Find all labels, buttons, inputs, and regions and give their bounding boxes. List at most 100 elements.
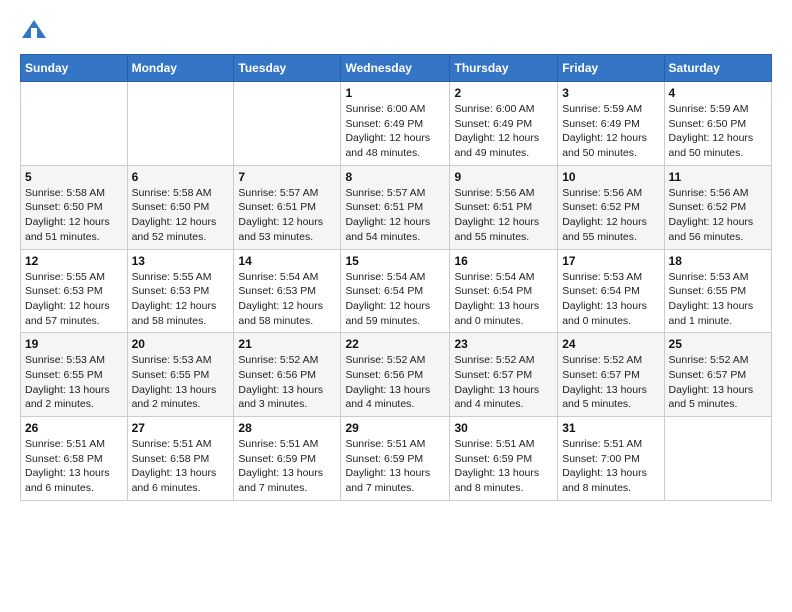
- day-number: 29: [345, 421, 445, 435]
- day-number: 27: [132, 421, 230, 435]
- day-number: 24: [562, 337, 659, 351]
- calendar-cell: 20Sunrise: 5:53 AM Sunset: 6:55 PM Dayli…: [127, 333, 234, 417]
- day-info: Sunrise: 5:53 AM Sunset: 6:55 PM Dayligh…: [132, 353, 230, 412]
- day-info: Sunrise: 5:59 AM Sunset: 6:49 PM Dayligh…: [562, 102, 659, 161]
- calendar-cell: 19Sunrise: 5:53 AM Sunset: 6:55 PM Dayli…: [21, 333, 128, 417]
- weekday-header: Wednesday: [341, 55, 450, 82]
- day-number: 9: [454, 170, 553, 184]
- calendar-cell: [127, 82, 234, 166]
- day-number: 30: [454, 421, 553, 435]
- day-number: 6: [132, 170, 230, 184]
- day-number: 13: [132, 254, 230, 268]
- day-info: Sunrise: 5:56 AM Sunset: 6:52 PM Dayligh…: [562, 186, 659, 245]
- day-info: Sunrise: 5:55 AM Sunset: 6:53 PM Dayligh…: [132, 270, 230, 329]
- logo: [20, 16, 52, 44]
- day-info: Sunrise: 5:58 AM Sunset: 6:50 PM Dayligh…: [25, 186, 123, 245]
- page: SundayMondayTuesdayWednesdayThursdayFrid…: [0, 0, 792, 517]
- day-info: Sunrise: 5:57 AM Sunset: 6:51 PM Dayligh…: [345, 186, 445, 245]
- calendar-cell: 5 Sunrise: 5:58 AM Sunset: 6:50 PM Daylig…: [21, 165, 128, 249]
- day-info: Sunrise: 5:53 AM Sunset: 6:55 PM Dayligh…: [669, 270, 767, 329]
- calendar-week-row: 12 Sunrise: 5:55 AM Sunset: 6:53 PM Dayli…: [21, 249, 772, 333]
- day-info: Sunrise: 5:53 AM Sunset: 6:54 PM Dayligh…: [562, 270, 659, 329]
- calendar-cell: 16Sunrise: 5:54 AM Sunset: 6:54 PM Dayli…: [450, 249, 558, 333]
- calendar-cell: [21, 82, 128, 166]
- calendar-cell: 21 Sunrise: 5:52 AM Sunset: 6:56 PM Dayli…: [234, 333, 341, 417]
- day-info: Sunrise: 5:51 AM Sunset: 6:59 PM Dayligh…: [238, 437, 336, 496]
- day-number: 11: [669, 170, 767, 184]
- calendar-cell: [234, 82, 341, 166]
- calendar-cell: 17 Sunrise: 5:53 AM Sunset: 6:54 PM Dayli…: [558, 249, 664, 333]
- day-number: 26: [25, 421, 123, 435]
- day-info: Sunrise: 6:00 AM Sunset: 6:49 PM Dayligh…: [345, 102, 445, 161]
- calendar-cell: 14 Sunrise: 5:54 AM Sunset: 6:53 PM Dayli…: [234, 249, 341, 333]
- calendar-cell: 13 Sunrise: 5:55 AM Sunset: 6:53 PM Dayli…: [127, 249, 234, 333]
- day-number: 14: [238, 254, 336, 268]
- calendar-cell: 23 Sunrise: 5:52 AM Sunset: 6:57 PM Dayli…: [450, 333, 558, 417]
- calendar-week-row: 26 Sunrise: 5:51 AM Sunset: 6:58 PM Dayli…: [21, 417, 772, 501]
- day-number: 12: [25, 254, 123, 268]
- calendar-cell: 3 Sunrise: 5:59 AM Sunset: 6:49 PM Daylig…: [558, 82, 664, 166]
- calendar-cell: 9 Sunrise: 5:56 AM Sunset: 6:51 PM Daylig…: [450, 165, 558, 249]
- day-number: 31: [562, 421, 659, 435]
- day-info: Sunrise: 5:59 AM Sunset: 6:50 PM Dayligh…: [669, 102, 767, 161]
- day-info: Sunrise: 5:52 AM Sunset: 6:56 PM Dayligh…: [345, 353, 445, 412]
- day-number: 22: [345, 337, 445, 351]
- day-info: Sunrise: 5:51 AM Sunset: 6:58 PM Dayligh…: [25, 437, 123, 496]
- day-info: Sunrise: 5:52 AM Sunset: 6:56 PM Dayligh…: [238, 353, 336, 412]
- day-number: 18: [669, 254, 767, 268]
- day-number: 16: [454, 254, 553, 268]
- weekday-header: Sunday: [21, 55, 128, 82]
- calendar-cell: 24 Sunrise: 5:52 AM Sunset: 6:57 PM Dayli…: [558, 333, 664, 417]
- calendar-cell: 28 Sunrise: 5:51 AM Sunset: 6:59 PM Dayli…: [234, 417, 341, 501]
- day-number: 3: [562, 86, 659, 100]
- calendar-cell: 29 Sunrise: 5:51 AM Sunset: 6:59 PM Dayli…: [341, 417, 450, 501]
- day-number: 19: [25, 337, 123, 351]
- day-number: 17: [562, 254, 659, 268]
- day-info: Sunrise: 5:56 AM Sunset: 6:51 PM Dayligh…: [454, 186, 553, 245]
- calendar-cell: 31 Sunrise: 5:51 AM Sunset: 7:00 PM Dayli…: [558, 417, 664, 501]
- day-info: Sunrise: 5:52 AM Sunset: 6:57 PM Dayligh…: [669, 353, 767, 412]
- day-number: 5: [25, 170, 123, 184]
- calendar-cell: 6Sunrise: 5:58 AM Sunset: 6:50 PM Daylig…: [127, 165, 234, 249]
- calendar-week-row: 1 Sunrise: 6:00 AM Sunset: 6:49 PM Daylig…: [21, 82, 772, 166]
- calendar-header-row: SundayMondayTuesdayWednesdayThursdayFrid…: [21, 55, 772, 82]
- calendar-cell: 12 Sunrise: 5:55 AM Sunset: 6:53 PM Dayli…: [21, 249, 128, 333]
- day-info: Sunrise: 5:51 AM Sunset: 6:59 PM Dayligh…: [345, 437, 445, 496]
- weekday-header: Thursday: [450, 55, 558, 82]
- day-info: Sunrise: 5:52 AM Sunset: 6:57 PM Dayligh…: [562, 353, 659, 412]
- calendar-week-row: 5 Sunrise: 5:58 AM Sunset: 6:50 PM Daylig…: [21, 165, 772, 249]
- calendar-cell: 25Sunrise: 5:52 AM Sunset: 6:57 PM Dayli…: [664, 333, 771, 417]
- calendar-cell: 30 Sunrise: 5:51 AM Sunset: 6:59 PM Dayli…: [450, 417, 558, 501]
- calendar-cell: 4 Sunrise: 5:59 AM Sunset: 6:50 PM Daylig…: [664, 82, 771, 166]
- logo-icon: [20, 16, 48, 44]
- day-info: Sunrise: 5:54 AM Sunset: 6:54 PM Dayligh…: [345, 270, 445, 329]
- weekday-header: Tuesday: [234, 55, 341, 82]
- day-number: 2: [454, 86, 553, 100]
- calendar-cell: 18 Sunrise: 5:53 AM Sunset: 6:55 PM Dayli…: [664, 249, 771, 333]
- day-number: 28: [238, 421, 336, 435]
- calendar-cell: 1 Sunrise: 6:00 AM Sunset: 6:49 PM Daylig…: [341, 82, 450, 166]
- calendar-table: SundayMondayTuesdayWednesdayThursdayFrid…: [20, 54, 772, 501]
- day-number: 23: [454, 337, 553, 351]
- calendar-cell: [664, 417, 771, 501]
- day-number: 10: [562, 170, 659, 184]
- day-number: 7: [238, 170, 336, 184]
- day-info: Sunrise: 5:51 AM Sunset: 7:00 PM Dayligh…: [562, 437, 659, 496]
- day-info: Sunrise: 5:52 AM Sunset: 6:57 PM Dayligh…: [454, 353, 553, 412]
- weekday-header: Saturday: [664, 55, 771, 82]
- day-info: Sunrise: 5:54 AM Sunset: 6:53 PM Dayligh…: [238, 270, 336, 329]
- day-info: Sunrise: 6:00 AM Sunset: 6:49 PM Dayligh…: [454, 102, 553, 161]
- calendar-cell: 2 Sunrise: 6:00 AM Sunset: 6:49 PM Daylig…: [450, 82, 558, 166]
- header: [20, 16, 772, 44]
- day-info: Sunrise: 5:55 AM Sunset: 6:53 PM Dayligh…: [25, 270, 123, 329]
- day-number: 1: [345, 86, 445, 100]
- day-number: 4: [669, 86, 767, 100]
- calendar-cell: 27Sunrise: 5:51 AM Sunset: 6:58 PM Dayli…: [127, 417, 234, 501]
- calendar-cell: 15Sunrise: 5:54 AM Sunset: 6:54 PM Dayli…: [341, 249, 450, 333]
- day-info: Sunrise: 5:51 AM Sunset: 6:59 PM Dayligh…: [454, 437, 553, 496]
- calendar-cell: 10 Sunrise: 5:56 AM Sunset: 6:52 PM Dayli…: [558, 165, 664, 249]
- weekday-header: Monday: [127, 55, 234, 82]
- day-number: 21: [238, 337, 336, 351]
- day-info: Sunrise: 5:57 AM Sunset: 6:51 PM Dayligh…: [238, 186, 336, 245]
- day-info: Sunrise: 5:56 AM Sunset: 6:52 PM Dayligh…: [669, 186, 767, 245]
